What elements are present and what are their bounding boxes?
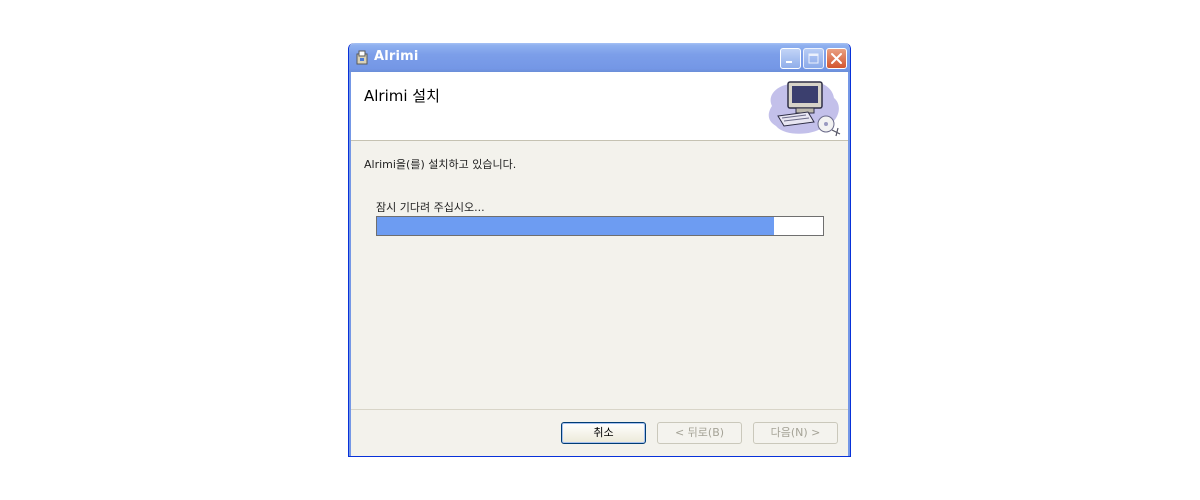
- wizard-footer: 취소 < 뒤로(B) 다음(N) >: [351, 409, 848, 456]
- header-title: Alrimi 설치: [364, 87, 440, 105]
- minimize-icon: [786, 61, 792, 63]
- wizard-header: Alrimi 설치: [351, 72, 848, 141]
- install-progress-bar: [376, 216, 824, 236]
- back-button[interactable]: < 뒤로(B): [657, 422, 742, 444]
- install-status-text: Alrimi을(를) 설치하고 있습니다.: [364, 158, 517, 171]
- computer-setup-icon: [762, 76, 846, 138]
- close-icon: [831, 53, 842, 64]
- maximize-button[interactable]: [803, 48, 824, 69]
- close-button[interactable]: [826, 48, 847, 69]
- maximize-icon: [808, 53, 819, 64]
- window-frame-right: [848, 72, 850, 456]
- next-button[interactable]: 다음(N) >: [753, 422, 838, 444]
- cancel-button[interactable]: 취소: [561, 422, 646, 444]
- window-title: Alrimi: [374, 49, 419, 64]
- installer-window: Alrimi Alrimi 설치 Alrimi을(를) 설치하고 있습니다. 잠…: [348, 43, 851, 457]
- title-bar[interactable]: Alrimi: [349, 43, 850, 72]
- minimize-button[interactable]: [780, 48, 801, 69]
- wait-message: 잠시 기다려 주십시오...: [376, 201, 485, 214]
- wizard-body: Alrimi을(를) 설치하고 있습니다. 잠시 기다려 주십시오...: [351, 141, 848, 409]
- progress-fill: [377, 217, 774, 235]
- installer-package-icon: [354, 49, 370, 65]
